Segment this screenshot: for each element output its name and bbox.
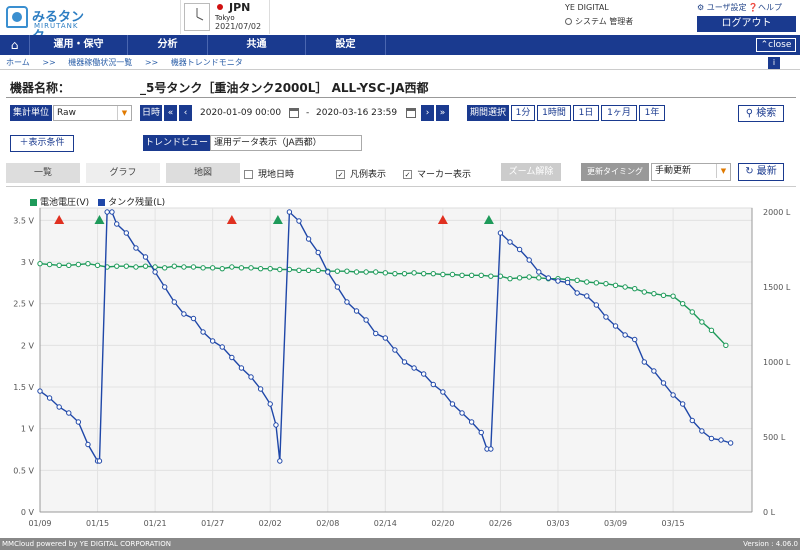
- user-info: システム 管理者: [565, 16, 633, 27]
- legend-voltage[interactable]: 電池電圧(V): [40, 198, 89, 208]
- trend-view-value: 運用データ表示（JA西都）: [214, 138, 322, 148]
- datetime-label: 日時: [140, 105, 162, 121]
- checkbox-checked: ✓: [403, 170, 412, 179]
- update-timing-value: 手動更新: [655, 166, 692, 176]
- period-1day-button[interactable]: 1日: [573, 105, 599, 121]
- nav-item-settings[interactable]: 設定: [306, 35, 386, 55]
- nav-item-operations[interactable]: 運用・保守: [30, 35, 128, 55]
- user-name: システム 管理者: [575, 17, 634, 26]
- step-forward-button[interactable]: ›: [421, 105, 434, 121]
- search-icon: ⚲: [745, 108, 757, 119]
- legend-label: 凡例表示: [350, 170, 387, 180]
- calendar-icon[interactable]: [289, 108, 299, 118]
- legend-swatch-voltage: [30, 199, 37, 206]
- marker-label: マーカー表示: [417, 170, 472, 180]
- breadcrumb: ホーム >> 機器稼働状況一覧 >> 機器トレンドモニタ: [6, 57, 253, 68]
- info-icon[interactable]: i: [768, 57, 780, 69]
- app-logo[interactable]: みるタンク MIRUTANK: [6, 4, 96, 44]
- city-name: Tokyo: [215, 14, 235, 22]
- help-label: ヘルプ: [757, 3, 782, 12]
- divider: [0, 69, 800, 70]
- locale-panel: JPN Tokyo 2021/07/02: [180, 0, 270, 34]
- divider: [6, 97, 796, 98]
- checkbox-checked: ✓: [336, 170, 345, 179]
- tank-logo-icon: [6, 6, 28, 28]
- breadcrumb-current: 機器トレンドモニタ: [170, 58, 243, 67]
- trend-view-select[interactable]: 運用データ表示（JA西都）: [210, 135, 362, 151]
- device-name-label: 機器名称：: [10, 81, 71, 95]
- aggregation-select[interactable]: Raw ▼: [53, 105, 132, 121]
- period-1min-button[interactable]: 1分: [511, 105, 535, 121]
- chevron-down-icon: ▼: [117, 106, 131, 120]
- tab-list[interactable]: 一覧: [6, 163, 80, 183]
- main-nav: ⌂ 運用・保守 分析 共通 設定 ⌃close: [0, 35, 800, 55]
- home-icon[interactable]: ⌂: [0, 35, 30, 55]
- footer-copyright: MMCloud powered by YE DIGITAL CORPORATIO…: [2, 540, 171, 548]
- current-time-label: 現地日時: [258, 170, 295, 180]
- add-condition-label: 表示条件: [28, 138, 65, 148]
- device-name: _5号タンク［重油タンク2000L］ ALL-YSC-JA西都: [140, 81, 429, 95]
- legend-swatch-tank: [98, 199, 106, 206]
- refresh-icon: ↻: [745, 166, 757, 177]
- help-link[interactable]: ❓ヘルプ: [748, 2, 782, 13]
- breadcrumb-device-status[interactable]: 機器稼働状況一覧: [68, 58, 132, 67]
- search-label: 検索: [756, 108, 777, 119]
- jump-back-button[interactable]: «: [164, 105, 177, 121]
- aggregation-value: Raw: [57, 108, 76, 118]
- refresh-label: 最新: [756, 166, 777, 177]
- search-button[interactable]: ⚲ 検索: [738, 105, 784, 122]
- refresh-button[interactable]: ↻ 最新: [738, 163, 784, 181]
- legend-checkbox[interactable]: ✓ 凡例表示: [336, 167, 386, 180]
- start-datetime[interactable]: 2020-01-09 00:00: [200, 105, 281, 121]
- period-1month-button[interactable]: 1ヶ月: [601, 105, 637, 121]
- chevron-down-icon: ▼: [716, 164, 730, 178]
- nav-item-common[interactable]: 共通: [208, 35, 306, 55]
- footer-version: Version : 4.06.0: [743, 540, 798, 548]
- user-settings-label: ユーザ設定: [706, 3, 747, 12]
- jump-forward-button[interactable]: »: [436, 105, 449, 121]
- user-icon: [565, 18, 572, 25]
- close-button[interactable]: ⌃close: [756, 38, 796, 52]
- tab-graph[interactable]: グラフ: [86, 163, 160, 183]
- update-timing-label: 更新タイミング: [581, 163, 649, 181]
- period-1hour-button[interactable]: 1時間: [537, 105, 571, 121]
- nav-item-analysis[interactable]: 分析: [128, 35, 208, 55]
- current-date: 2021/07/02: [215, 22, 262, 31]
- logout-button[interactable]: ログアウト: [697, 16, 796, 32]
- tab-map[interactable]: 地図: [166, 163, 240, 183]
- user-settings-link[interactable]: ⚙ ユーザ設定: [697, 2, 747, 13]
- step-back-button[interactable]: ‹: [179, 105, 192, 121]
- checkbox-box: [244, 170, 253, 179]
- close-label: close: [768, 40, 792, 50]
- update-timing-select[interactable]: 手動更新 ▼: [651, 163, 731, 181]
- period-select-label: 期間選択: [467, 105, 509, 121]
- country-flag-icon: [217, 4, 223, 10]
- breadcrumb-separator: >>: [42, 58, 56, 67]
- country-code: JPN: [229, 1, 251, 14]
- breadcrumb-home[interactable]: ホーム: [6, 58, 30, 67]
- plus-icon: ＋: [19, 138, 29, 148]
- aggregation-label: 集計単位: [10, 105, 52, 121]
- range-dash: -: [306, 108, 310, 118]
- end-datetime[interactable]: 2020-03-16 23:59: [316, 105, 397, 121]
- chart-panel: [6, 186, 796, 536]
- company-name: YE DIGITAL: [565, 3, 609, 12]
- marker-checkbox[interactable]: ✓ マーカー表示: [403, 167, 471, 180]
- zoom-reset-button[interactable]: ズーム解除: [501, 163, 561, 181]
- legend-tank[interactable]: タンク残量(L): [108, 198, 165, 208]
- period-1year-button[interactable]: 1年: [639, 105, 665, 121]
- logo-subtext: MIRUTANK: [34, 22, 79, 30]
- app-header: みるタンク MIRUTANK JPN Tokyo 2021/07/02 YE D…: [0, 0, 800, 44]
- breadcrumb-separator: >>: [144, 58, 159, 67]
- chart-legend: 電池電圧(V) タンク残量(L): [30, 195, 165, 208]
- footer: MMCloud powered by YE DIGITAL CORPORATIO…: [0, 538, 800, 550]
- trend-view-label: トレンドビュー: [143, 135, 210, 151]
- clock-icon: [184, 3, 210, 31]
- current-time-checkbox[interactable]: 現地日時: [244, 167, 294, 180]
- add-display-condition-button[interactable]: ＋表示条件: [10, 135, 74, 152]
- calendar-icon[interactable]: [406, 108, 416, 118]
